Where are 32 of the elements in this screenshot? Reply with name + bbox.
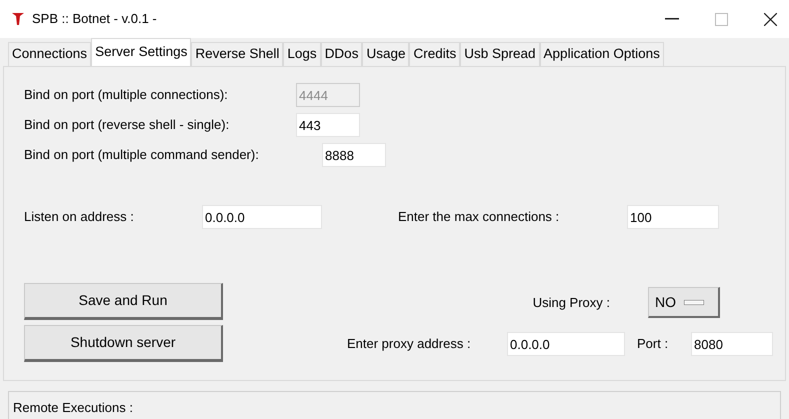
input-field[interactable]: 100 xyxy=(627,205,719,229)
input-field[interactable]: 0.0.0.0 xyxy=(507,332,625,356)
tab[interactable]: Connections xyxy=(8,42,92,66)
tab[interactable]: Credits xyxy=(409,42,460,66)
input-field[interactable]: 8080 xyxy=(691,332,773,356)
app-icon xyxy=(12,12,24,26)
field-label: Enter proxy address : xyxy=(347,335,472,354)
input-field[interactable]: 0.0.0.0 xyxy=(202,205,322,229)
field-label: Bind on port (multiple connections): xyxy=(24,86,229,104)
tab[interactable]: Usb Spread xyxy=(460,42,540,66)
close-icon[interactable] xyxy=(764,12,777,26)
action-button[interactable]: Save and Run xyxy=(24,283,223,320)
minimize-icon[interactable] xyxy=(665,18,679,20)
input-field[interactable]: 443 xyxy=(296,113,360,137)
field-label: Port : xyxy=(637,335,670,354)
action-button[interactable]: Shutdown server xyxy=(24,325,223,362)
tab[interactable]: Reverse Shell xyxy=(191,42,284,66)
field-label: Bind on port (reverse shell - single): xyxy=(24,116,230,134)
field-label: Listen on address : xyxy=(24,208,135,226)
tab[interactable]: Application Options xyxy=(540,42,664,66)
field-label: Using Proxy : xyxy=(532,294,610,312)
dropdown-indicator-icon xyxy=(684,300,704,304)
tab[interactable]: Usage xyxy=(362,42,410,66)
proxy-dropdown[interactable]: NO xyxy=(648,287,720,318)
input-field[interactable]: 8888 xyxy=(322,143,386,167)
tab[interactable]: Logs xyxy=(283,42,321,66)
tab[interactable]: DDos xyxy=(320,42,362,66)
field-label: Bind on port (multiple command sender): xyxy=(24,146,260,164)
section-label: Remote Executions : xyxy=(13,400,133,415)
window-title: SPB :: Botnet - v.0.1 - xyxy=(32,10,157,28)
tab[interactable]: Server Settings xyxy=(91,38,192,66)
field-label: Enter the max connections : xyxy=(398,208,560,226)
